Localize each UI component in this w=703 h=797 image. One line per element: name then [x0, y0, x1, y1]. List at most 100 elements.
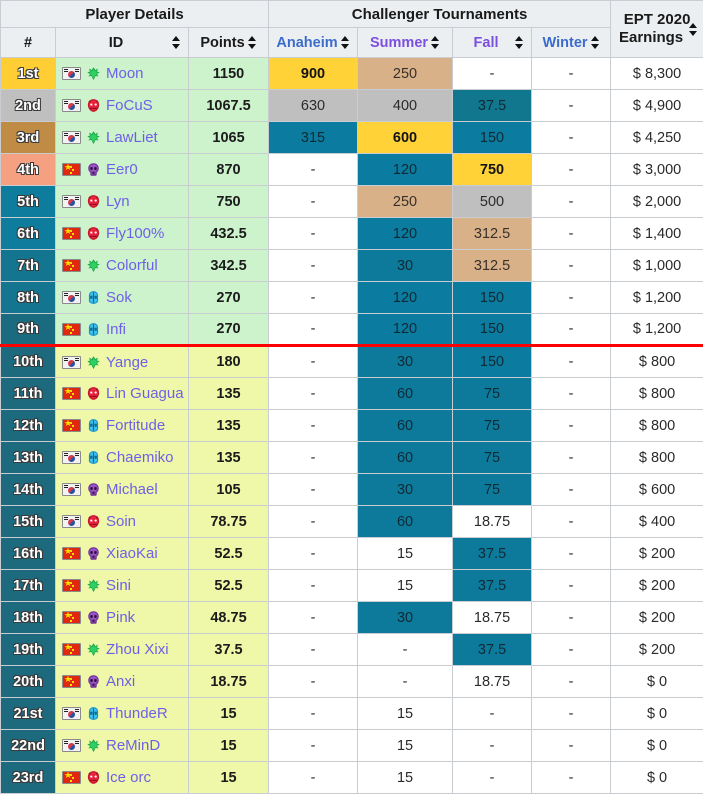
player-name[interactable]: XiaoKai	[106, 545, 158, 562]
cell-player[interactable]: Sini	[55, 569, 189, 602]
cell-points: 1150	[187, 57, 270, 90]
cell-rank: 5th	[0, 185, 56, 218]
player-name[interactable]: Fortitude	[106, 417, 165, 434]
cell-rank: 12th	[0, 409, 56, 442]
cell-anaheim: -	[268, 377, 359, 410]
player-name[interactable]: Lin Guagua	[106, 385, 184, 402]
cell-player[interactable]: Michael	[55, 473, 189, 506]
player-name[interactable]: ThundeR	[106, 705, 168, 722]
race-nightelf-icon	[86, 738, 101, 753]
cell-anaheim: -	[268, 153, 359, 186]
cell-points: 342.5	[187, 249, 270, 282]
player-name[interactable]: Chaemiko	[106, 449, 174, 466]
cell-player[interactable]: Ice orc	[55, 761, 189, 794]
column-header-id[interactable]: ID	[55, 27, 189, 58]
cell-winter: -	[531, 153, 612, 186]
player-name[interactable]: Infi	[106, 321, 126, 338]
player-name[interactable]: Sok	[106, 289, 132, 306]
flag-kr-icon	[62, 739, 81, 752]
flag-cn-icon	[62, 259, 81, 272]
cell-summer: 120	[357, 281, 454, 314]
cell-rank: 23rd	[0, 761, 56, 794]
cell-earnings: $ 2,000	[610, 185, 703, 218]
player-name[interactable]: Moon	[106, 65, 144, 82]
player-name[interactable]: Sini	[106, 577, 131, 594]
cell-points: 18.75	[187, 665, 270, 698]
cell-player[interactable]: FoCuS	[55, 89, 189, 122]
cell-player[interactable]: Chaemiko	[55, 441, 189, 474]
cell-player[interactable]: Fly100%	[55, 217, 189, 250]
cell-player[interactable]: ReMinD	[55, 729, 189, 762]
cell-player[interactable]: Lyn	[55, 185, 189, 218]
cell-player[interactable]: Anxi	[55, 665, 189, 698]
cell-rank: 16th	[0, 537, 56, 570]
race-undead-icon	[86, 162, 101, 177]
player-name[interactable]: Fly100%	[106, 225, 164, 242]
cell-earnings: $ 800	[610, 409, 703, 442]
cell-player[interactable]: Infi	[55, 313, 189, 346]
cell-player[interactable]: Zhou Xixi	[55, 633, 189, 666]
cell-player[interactable]: Fortitude	[55, 409, 189, 442]
cell-player[interactable]: Soin	[55, 505, 189, 538]
cell-player[interactable]: XiaoKai	[55, 537, 189, 570]
cell-player[interactable]: Colorful	[55, 249, 189, 282]
cell-winter: -	[531, 377, 612, 410]
player-name[interactable]: FoCuS	[106, 97, 153, 114]
sort-updown-icon[interactable]	[431, 36, 440, 49]
cell-player[interactable]: Yange	[55, 344, 189, 378]
column-header-winter[interactable]: Winter	[531, 27, 612, 58]
sort-updown-icon[interactable]	[340, 36, 350, 49]
player-name[interactable]: Eer0	[106, 161, 138, 178]
cell-fall: 150	[452, 344, 533, 378]
player-name[interactable]: LawLiet	[106, 129, 158, 146]
column-header-earnings[interactable]: EPT 2020 Earnings	[610, 0, 703, 58]
player-identity: Fortitude	[62, 417, 182, 434]
cell-player[interactable]: Eer0	[55, 153, 189, 186]
cell-points: 870	[187, 153, 270, 186]
player-name[interactable]: Zhou Xixi	[106, 641, 169, 658]
cell-anaheim: -	[268, 249, 359, 282]
cell-player[interactable]: Pink	[55, 601, 189, 634]
cell-winter: -	[531, 89, 612, 122]
player-identity: Sok	[62, 289, 182, 306]
cell-player[interactable]: Lin Guagua	[55, 377, 189, 410]
player-name[interactable]: Ice orc	[106, 769, 151, 786]
race-orc-icon	[86, 194, 101, 209]
column-header-id-label: ID	[108, 34, 124, 51]
player-name[interactable]: Colorful	[106, 257, 158, 274]
player-name[interactable]: ReMinD	[106, 737, 160, 754]
cell-winter: -	[531, 505, 612, 538]
flag-cn-icon	[62, 579, 81, 592]
cell-rank: 19th	[0, 633, 56, 666]
flag-cn-icon	[62, 419, 81, 432]
player-identity: ReMinD	[62, 737, 182, 754]
race-undead-icon	[86, 674, 101, 689]
player-name[interactable]: Lyn	[106, 193, 130, 210]
column-header-points[interactable]: Points	[187, 27, 270, 58]
cell-earnings: $ 4,250	[610, 121, 703, 154]
sort-updown-icon[interactable]	[247, 36, 257, 49]
flag-cn-icon	[62, 643, 81, 656]
sort-updown-icon[interactable]	[172, 36, 181, 49]
sort-updown-icon[interactable]	[689, 23, 698, 36]
cell-player[interactable]: LawLiet	[55, 121, 189, 154]
table-row: 21st ThundeR 15-15- - $ 0	[0, 697, 703, 730]
column-header-anaheim[interactable]: Anaheim	[268, 27, 359, 58]
player-name[interactable]: Yange	[106, 354, 148, 371]
cell-player[interactable]: Sok	[55, 281, 189, 314]
player-name[interactable]: Pink	[106, 609, 135, 626]
player-identity: Sini	[62, 577, 182, 594]
sort-updown-icon[interactable]	[590, 36, 600, 49]
player-name[interactable]: Soin	[106, 513, 136, 530]
cell-earnings: $ 1,200	[610, 313, 703, 346]
cell-rank: 7th	[0, 249, 56, 282]
cell-player[interactable]: ThundeR	[55, 697, 189, 730]
column-header-fall[interactable]: Fall	[452, 27, 533, 58]
player-name[interactable]: Anxi	[106, 673, 135, 690]
sort-updown-icon[interactable]	[515, 36, 524, 49]
column-header-rank[interactable]: #	[0, 27, 56, 58]
cell-player[interactable]: Moon	[55, 57, 189, 90]
column-header-summer[interactable]: Summer	[357, 27, 454, 58]
player-identity: FoCuS	[62, 97, 182, 114]
player-name[interactable]: Michael	[106, 481, 158, 498]
